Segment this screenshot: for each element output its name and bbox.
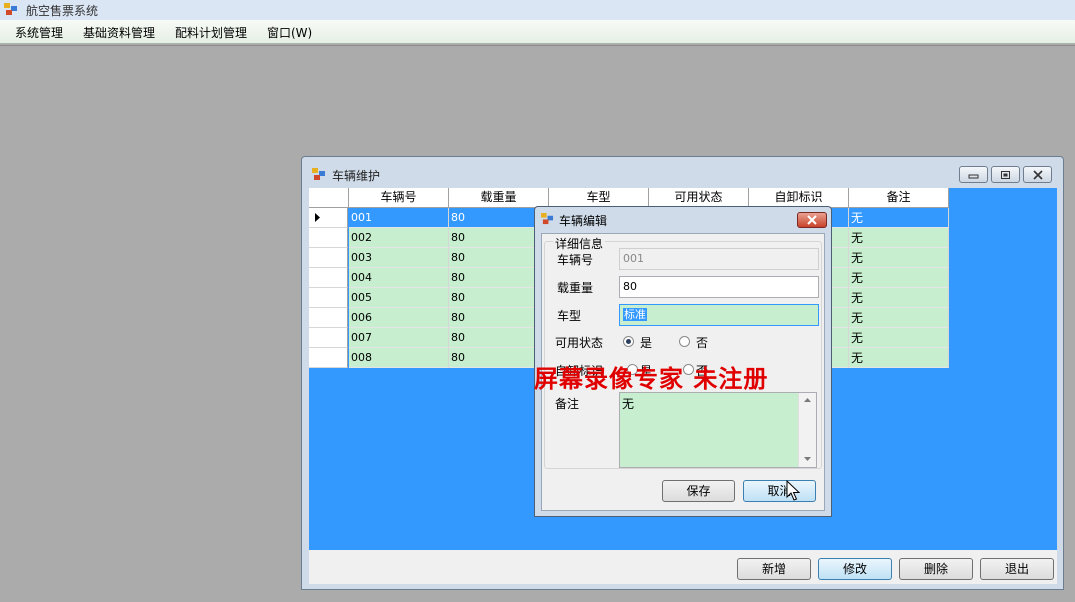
- edit-button[interactable]: 修改: [818, 558, 892, 580]
- menu-basic-data[interactable]: 基础资料管理: [79, 24, 159, 41]
- status-yes-label: 是: [640, 336, 653, 350]
- status-label: 可用状态: [555, 336, 604, 350]
- status-no-label: 否: [696, 336, 709, 350]
- dialog-title: 车辆编辑: [559, 214, 608, 228]
- cell-vehicle-no[interactable]: 004: [349, 268, 449, 288]
- current-row-arrow-icon: [315, 213, 320, 222]
- cell-vehicle-no[interactable]: 007: [349, 328, 449, 348]
- type-field[interactable]: 标准: [619, 304, 819, 326]
- load-label: 载重量: [557, 281, 594, 295]
- details-group: 详细信息 车辆号 001 载重量 80 车型 标准 可用状态 是 否 自卸标识 …: [544, 235, 822, 469]
- close-button[interactable]: [1023, 166, 1052, 183]
- grid-corner-header: [309, 188, 349, 208]
- delete-button[interactable]: 删除: [899, 558, 973, 580]
- scroll-arrows-icon: [804, 398, 811, 461]
- restore-button[interactable]: [991, 166, 1020, 183]
- window-title: 车辆维护: [332, 169, 381, 183]
- recorder-watermark: 屏幕录像专家 未注册: [534, 364, 769, 393]
- cell-remark[interactable]: 无: [849, 348, 949, 368]
- menu-window[interactable]: 窗口(W): [263, 24, 316, 41]
- cell-vehicle-no[interactable]: 005: [349, 288, 449, 308]
- window-icon: [312, 168, 325, 180]
- restore-icon: [1001, 171, 1010, 179]
- column-header-type[interactable]: 车型: [549, 188, 649, 208]
- column-header-vehicle-no[interactable]: 车辆号: [349, 188, 449, 208]
- app-icon: [4, 3, 17, 15]
- column-header-load[interactable]: 载重量: [449, 188, 549, 208]
- type-label: 车型: [557, 309, 582, 323]
- menu-system[interactable]: 系统管理: [11, 24, 67, 41]
- close-icon: [807, 215, 817, 225]
- dialog-close-button[interactable]: [797, 212, 827, 228]
- cell-vehicle-no[interactable]: 008: [349, 348, 449, 368]
- mouse-cursor-icon: [786, 480, 801, 501]
- cell-remark[interactable]: 无: [849, 228, 949, 248]
- remark-text: 无: [622, 397, 635, 411]
- cell-remark[interactable]: 无: [849, 268, 949, 288]
- column-header-remark[interactable]: 备注: [849, 188, 949, 208]
- remark-textarea[interactable]: 无: [619, 392, 817, 468]
- button-bar: 新增 修改 删除 退出: [309, 550, 1057, 584]
- add-button[interactable]: 新增: [737, 558, 811, 580]
- cell-vehicle-no[interactable]: 002: [349, 228, 449, 248]
- cell-vehicle-no[interactable]: 001: [349, 208, 449, 228]
- details-group-label: 详细信息: [553, 235, 606, 252]
- app-title: 航空售票系统: [26, 4, 99, 18]
- cell-remark[interactable]: 无: [849, 308, 949, 328]
- cell-remark[interactable]: 无: [849, 248, 949, 268]
- row-header[interactable]: [309, 208, 348, 228]
- menubar: 系统管理 基础资料管理 配料计划管理 窗口(W): [0, 20, 1075, 44]
- close-icon: [1033, 170, 1043, 180]
- type-field-selected-text: 标准: [623, 308, 647, 321]
- status-yes-radio[interactable]: [623, 336, 634, 347]
- cell-vehicle-no[interactable]: 006: [349, 308, 449, 328]
- cell-remark[interactable]: 无: [849, 208, 949, 228]
- minimize-button[interactable]: [959, 166, 988, 183]
- cell-vehicle-no[interactable]: 003: [349, 248, 449, 268]
- remark-scrollbar[interactable]: [798, 393, 816, 467]
- column-header-status[interactable]: 可用状态: [649, 188, 749, 208]
- minimize-icon: [968, 174, 979, 179]
- row-header[interactable]: [309, 308, 348, 328]
- column-header-dump-flag[interactable]: 自卸标识: [749, 188, 849, 208]
- row-header[interactable]: [309, 228, 348, 248]
- row-header[interactable]: [309, 288, 348, 308]
- app-titlebar: 航空售票系统: [0, 0, 1075, 20]
- load-field[interactable]: 80: [619, 276, 819, 298]
- row-header[interactable]: [309, 348, 348, 368]
- exit-button[interactable]: 退出: [980, 558, 1054, 580]
- remark-label: 备注: [555, 397, 580, 411]
- vehicle-no-label: 车辆号: [557, 253, 594, 267]
- cell-remark[interactable]: 无: [849, 328, 949, 348]
- status-no-radio[interactable]: [679, 336, 690, 347]
- vehicle-no-field[interactable]: 001: [619, 248, 819, 270]
- menu-plan[interactable]: 配料计划管理: [171, 24, 251, 41]
- cell-remark[interactable]: 无: [849, 288, 949, 308]
- dialog-icon: [541, 213, 554, 225]
- save-button[interactable]: 保存: [662, 480, 735, 502]
- row-header[interactable]: [309, 248, 348, 268]
- cancel-button[interactable]: 取消: [743, 480, 816, 502]
- row-header[interactable]: [309, 328, 348, 348]
- row-header[interactable]: [309, 268, 348, 288]
